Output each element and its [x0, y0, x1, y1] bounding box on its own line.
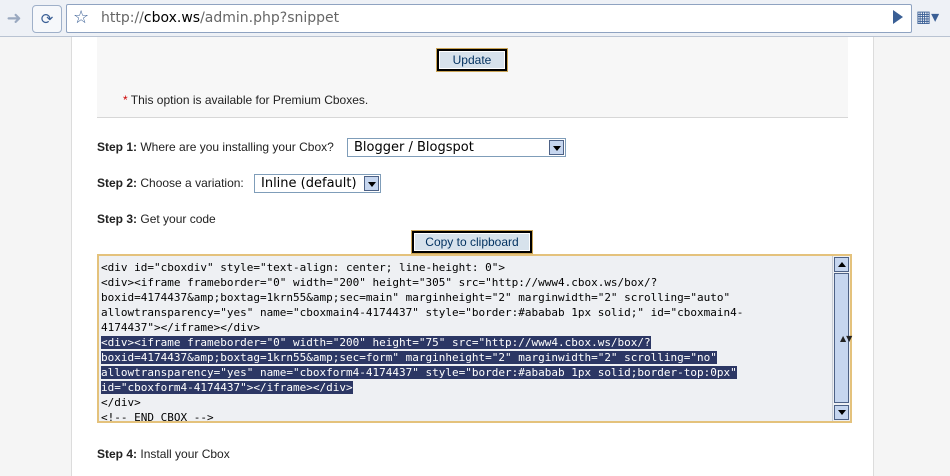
step1-label: Step 1: — [97, 140, 138, 154]
chevron-down-icon[interactable] — [364, 176, 379, 191]
copy-to-clipboard-button[interactable]: Copy to clipboard — [411, 230, 533, 254]
code-line: 4174437"></iframe></div> — [101, 321, 260, 334]
step2-label: Step 2: — [97, 176, 138, 190]
address-bar[interactable]: ☆ http://cbox.ws/admin.php?snippet — [66, 4, 912, 33]
step2-text: Choose a variation: — [140, 176, 244, 190]
code-line: id="cboxform4-4174437"></iframe></div> — [101, 381, 353, 394]
step1-row: Step 1: Where are you installing your Cb… — [97, 140, 334, 154]
refresh-icon[interactable]: ⟳ — [32, 5, 62, 33]
step3-row: Step 3: Get your code — [97, 212, 216, 226]
url-prefix: http:// — [101, 10, 144, 26]
variation-select[interactable]: Inline (default) — [254, 174, 381, 193]
url-host: cbox.ws — [143, 10, 201, 26]
step3-text: Get your code — [140, 212, 216, 226]
page-viewport: Update * This option is available for Pr… — [0, 37, 950, 476]
code-line: <div id="cboxdiv" style="text-align: cen… — [101, 261, 505, 274]
step4-text: Install your Cbox — [140, 447, 230, 461]
chevron-down-icon[interactable] — [549, 140, 564, 155]
install-platform-value: Blogger / Blogspot — [354, 140, 474, 155]
step3-label: Step 3: — [97, 212, 138, 226]
grip-icon: ▲▼ — [840, 334, 853, 343]
install-platform-select[interactable]: Blogger / Blogspot — [347, 138, 566, 157]
code-line: <div><iframe frameborder="0" width="200"… — [101, 336, 651, 349]
premium-note-text: This option is available for Premium Cbo… — [130, 93, 369, 107]
code-line: allowtransparency="yes" name="cboxform4-… — [101, 366, 737, 379]
go-icon[interactable] — [893, 10, 903, 24]
page-body: Update * This option is available for Pr… — [71, 37, 874, 476]
scroll-down-icon[interactable] — [834, 405, 849, 420]
update-button[interactable]: Update — [436, 48, 508, 72]
code-content[interactable]: <div id="cboxdiv" style="text-align: cen… — [101, 260, 833, 425]
premium-asterisk: * — [123, 93, 128, 107]
step1-text: Where are you installing your Cbox? — [140, 140, 334, 154]
premium-note: * This option is available for Premium C… — [123, 93, 368, 107]
code-textarea[interactable]: <div id="cboxdiv" style="text-align: cen… — [97, 254, 853, 425]
code-line: </div> — [101, 396, 141, 409]
star-icon[interactable]: ☆ — [73, 7, 89, 28]
step4-row: Step 4: Install your Cbox — [97, 447, 230, 461]
url-text[interactable]: http://cbox.ws/admin.php?snippet — [101, 10, 339, 26]
code-line: allowtransparency="yes" name="cboxmain4-… — [101, 306, 744, 319]
url-path: /admin.php?snippet — [200, 10, 340, 26]
page-icon[interactable]: ▦▾ — [916, 7, 939, 26]
step2-row: Step 2: Choose a variation: — [97, 176, 244, 190]
code-line: <!-- END CBOX --> — [101, 411, 214, 424]
step4-label: Step 4: — [97, 447, 138, 461]
scroll-thumb[interactable]: ▲▼ — [834, 273, 853, 403]
vertical-scrollbar[interactable]: ▲▼ — [832, 256, 853, 421]
variation-value: Inline (default) — [261, 176, 357, 191]
scroll-up-icon[interactable] — [834, 257, 849, 272]
arrow-right-icon[interactable]: ➜ — [0, 5, 28, 31]
code-line: boxid=4174437&amp;boxtag=1krn55&amp;sec=… — [101, 291, 731, 304]
code-line: <div><iframe frameborder="0" width="200"… — [101, 276, 658, 289]
browser-toolbar: ➜ ⟳ ☆ http://cbox.ws/admin.php?snippet ▦… — [0, 0, 950, 37]
code-line: boxid=4174437&amp;boxtag=1krn55&amp;sec=… — [101, 351, 717, 364]
